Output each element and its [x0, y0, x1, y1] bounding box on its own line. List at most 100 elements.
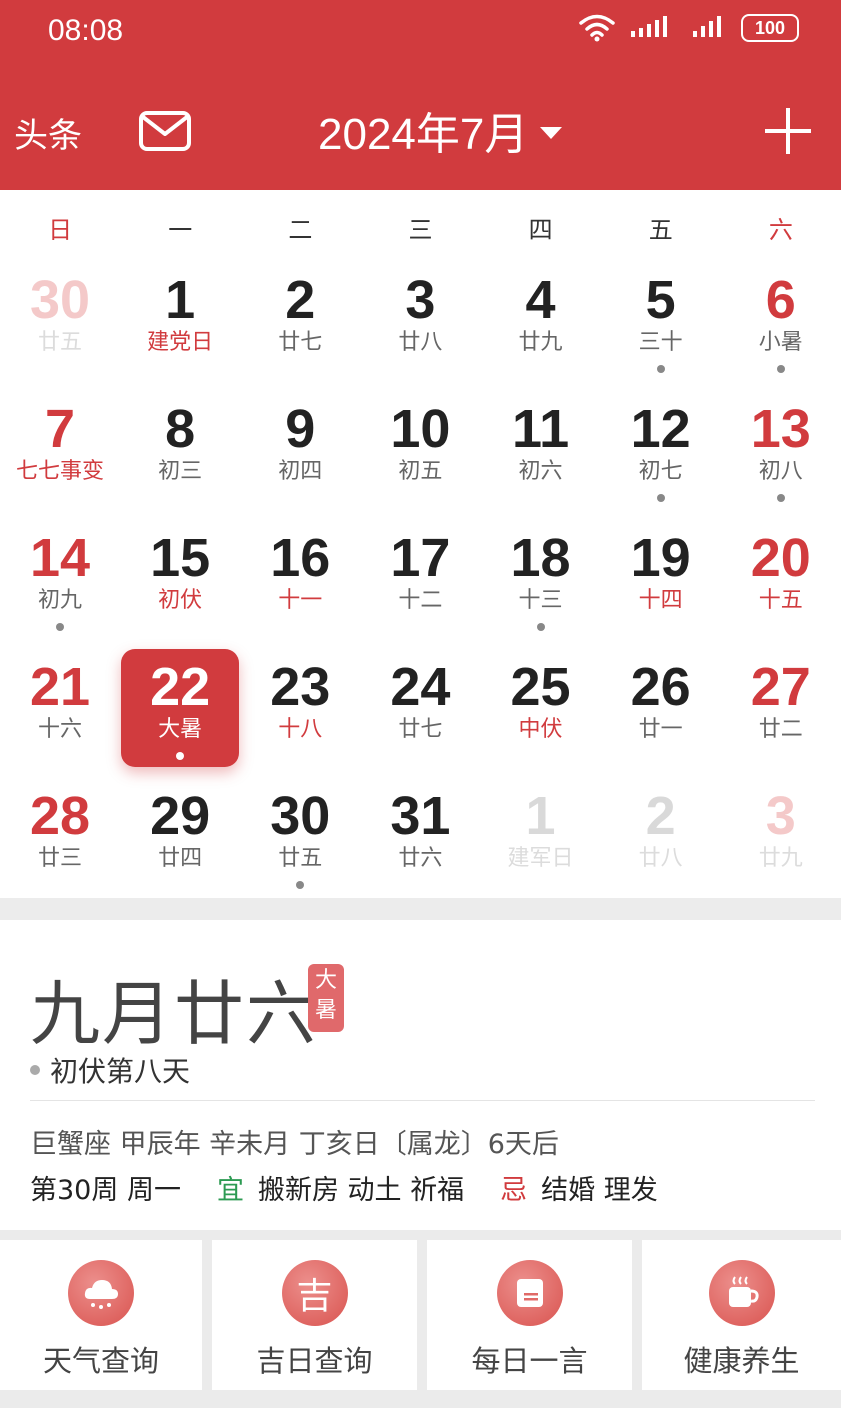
day-number: 2 [645, 786, 676, 846]
tool-weather[interactable]: 天气查询 [0, 1240, 202, 1390]
tool-label: 吉日查询 [256, 1344, 373, 1378]
calendar-day[interactable]: 23 十八 [240, 649, 360, 778]
month-title: 2024年7月 [318, 110, 529, 159]
signal-icon [631, 16, 667, 37]
day-number: 9 [285, 399, 316, 459]
weekday-label: 五 [648, 216, 673, 244]
lunar-label: 初四 [278, 459, 323, 484]
weekday-label: 日 [48, 216, 73, 244]
mail-icon[interactable] [138, 110, 192, 152]
lunar-label: 廿六 [398, 846, 443, 871]
yi-label: 宜 [216, 1175, 244, 1206]
calendar-day[interactable]: 8 初三 [120, 391, 240, 520]
event-dot [776, 494, 785, 502]
calendar-day[interactable]: 27 廿二 [721, 649, 841, 778]
weekday-label: 三 [408, 216, 433, 244]
lunar-label: 初五 [398, 459, 443, 484]
weekday-label: 一 [168, 216, 193, 244]
lunar-label: 初九 [38, 588, 83, 613]
ganzhi-line: 巨蟹座 甲辰年 辛未月 丁亥日〔属龙〕6天后 [30, 1129, 559, 1160]
day-number: 1 [165, 270, 196, 330]
calendar-day[interactable]: 16 十一 [240, 520, 360, 649]
event-dot [296, 881, 305, 889]
tea-cup-icon [708, 1260, 775, 1326]
day-number: 13 [750, 399, 811, 459]
calendar-day[interactable]: 31 廿六 [360, 778, 480, 907]
calendar-grid: 30 廿五 1 建党日 2 廿七 3 廿八 4 廿九 5 三十 6 小暑 7 七七事变 8 初三 9 初四 10 初五 11… [0, 262, 841, 907]
day-number: 1 [525, 786, 556, 846]
calendar-day[interactable]: 21 十六 [0, 649, 120, 778]
tool-auspicious-day[interactable]: 吉 吉日查询 [212, 1240, 417, 1390]
calendar-day[interactable]: 6 小暑 [721, 262, 841, 391]
lunar-label: 初八 [758, 459, 803, 484]
app-header: 08:08 100 头条 2024年7月 [0, 0, 841, 190]
caret-down-icon [540, 127, 563, 139]
calendar-day[interactable]: 19 十四 [601, 520, 721, 649]
calendar-day[interactable]: 17 十二 [360, 520, 480, 649]
calendar-day[interactable]: 11 初六 [481, 391, 601, 520]
calendar-day[interactable]: 9 初四 [240, 391, 360, 520]
lunar-label: 廿一 [638, 717, 683, 742]
lunar-label: 十八 [278, 717, 323, 742]
bullet-dot [30, 1065, 40, 1075]
event-dot [56, 623, 65, 631]
calendar-day[interactable]: 30 廿五 [0, 262, 120, 391]
lunar-label: 初七 [638, 459, 683, 484]
lunar-label: 十三 [518, 588, 563, 613]
calendar-day[interactable]: 2 廿七 [240, 262, 360, 391]
calendar-day[interactable]: 12 初七 [601, 391, 721, 520]
status-time: 08:08 [48, 14, 124, 47]
calendar-day[interactable]: 14 初九 [0, 520, 120, 649]
section-divider [0, 898, 841, 920]
calendar-day[interactable]: 13 初八 [721, 391, 841, 520]
calendar-day[interactable]: 2 廿八 [601, 778, 721, 907]
lunar-label: 初伏 [158, 588, 203, 613]
calendar-day[interactable]: 28 廿三 [0, 778, 120, 907]
calendar-day[interactable]: 26 廿一 [601, 649, 721, 778]
lunar-label: 十五 [758, 588, 803, 613]
info-divider [30, 1100, 815, 1101]
day-number: 4 [525, 270, 556, 330]
calendar-day[interactable]: 29 廿四 [120, 778, 240, 907]
calendar-day[interactable]: 20 十五 [721, 520, 841, 649]
calendar-day[interactable]: 30 廿五 [240, 778, 360, 907]
tool-daily-quote[interactable]: 每日一言 [427, 1240, 632, 1390]
tool-label: 健康养生 [683, 1344, 800, 1378]
lunar-label: 三十 [638, 330, 683, 355]
tool-label: 天气查询 [42, 1344, 159, 1378]
lunar-label: 大暑 [158, 717, 203, 742]
lunar-label: 十二 [398, 588, 443, 613]
calendar-day[interactable]: 25 中伏 [481, 649, 601, 778]
calendar-day[interactable]: 15 初伏 [120, 520, 240, 649]
ji-label: 忌 [500, 1175, 528, 1206]
calendar-day[interactable]: 24 廿七 [360, 649, 480, 778]
calendar-day[interactable]: 3 廿九 [721, 778, 841, 907]
calendar-day[interactable]: 4 廿九 [481, 262, 601, 391]
calendar-day-selected[interactable]: 22 大暑 [120, 649, 240, 778]
tool-health[interactable]: 健康养生 [642, 1240, 841, 1390]
headlines-link[interactable]: 头条 [14, 108, 82, 157]
lunar-label: 建军日 [507, 846, 574, 871]
event-dot [776, 365, 785, 373]
day-number: 7 [45, 399, 76, 459]
calendar-day[interactable]: 18 十三 [481, 520, 601, 649]
day-number: 28 [30, 786, 91, 846]
calendar-day[interactable]: 1 建军日 [481, 778, 601, 907]
calendar-day[interactable]: 3 廿八 [360, 262, 480, 391]
calendar-day[interactable]: 10 初五 [360, 391, 480, 520]
lunar-label: 十六 [38, 717, 83, 742]
signal-icon [693, 16, 721, 37]
day-number: 23 [270, 657, 331, 717]
month-selector[interactable]: 2024年7月 [318, 98, 563, 162]
status-icons: 100 [579, 14, 799, 42]
calendar-day[interactable]: 5 三十 [601, 262, 721, 391]
wifi-icon [579, 14, 615, 42]
day-number: 3 [405, 270, 436, 330]
calendar-day[interactable]: 1 建党日 [120, 262, 240, 391]
day-number: 27 [750, 657, 811, 717]
calendar-day[interactable]: 7 七七事变 [0, 391, 120, 520]
day-number: 14 [30, 528, 91, 588]
add-icon[interactable] [763, 106, 813, 156]
weekday-header: 日 一 二 三 四 五 六 [0, 210, 841, 246]
ji-glyph: 吉 [296, 1276, 333, 1317]
